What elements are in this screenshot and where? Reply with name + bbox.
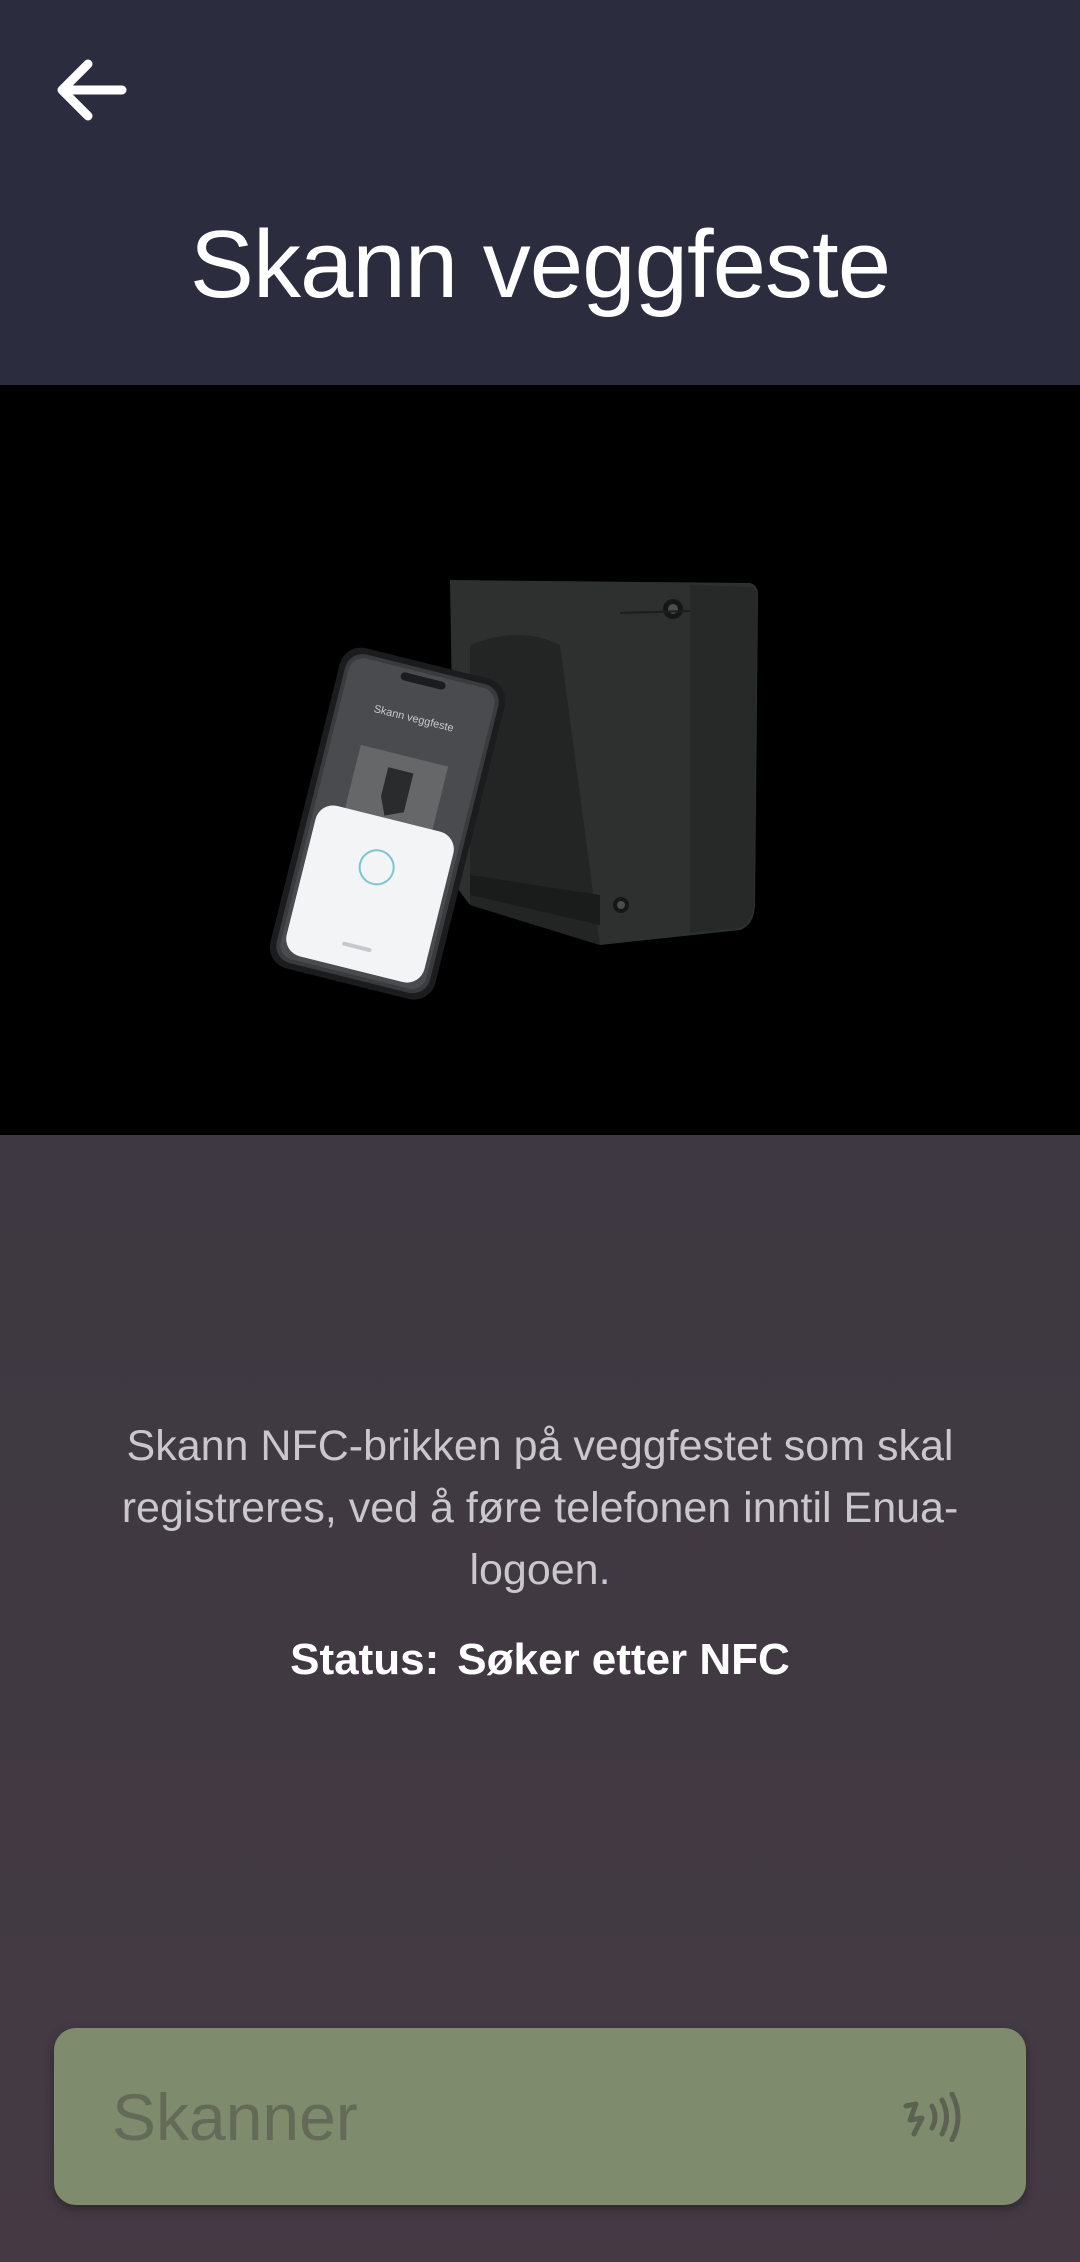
nfc-icon bbox=[903, 2091, 961, 2142]
scan-button-label: Skanner bbox=[112, 2079, 358, 2154]
scan-button[interactable]: Skanner bbox=[54, 2028, 1026, 2205]
wall-mount-illustration bbox=[450, 580, 758, 945]
status-value: Søker etter NFC bbox=[457, 1635, 790, 1684]
status-line: Status: Søker etter NFC bbox=[0, 1630, 1080, 1690]
hero-image: Skann veggfeste bbox=[0, 385, 1080, 1135]
phone-illustration: Skann veggfeste bbox=[269, 647, 506, 1000]
instruction-text: Skann NFC-brikken på veggfestet som skal… bbox=[121, 1422, 959, 1594]
back-button[interactable] bbox=[40, 45, 140, 135]
status-label: Status: bbox=[290, 1635, 440, 1684]
page-title: Skann veggfeste bbox=[189, 211, 891, 318]
app-header: Skann veggfeste bbox=[0, 0, 1080, 385]
arrow-left-icon bbox=[57, 59, 127, 121]
